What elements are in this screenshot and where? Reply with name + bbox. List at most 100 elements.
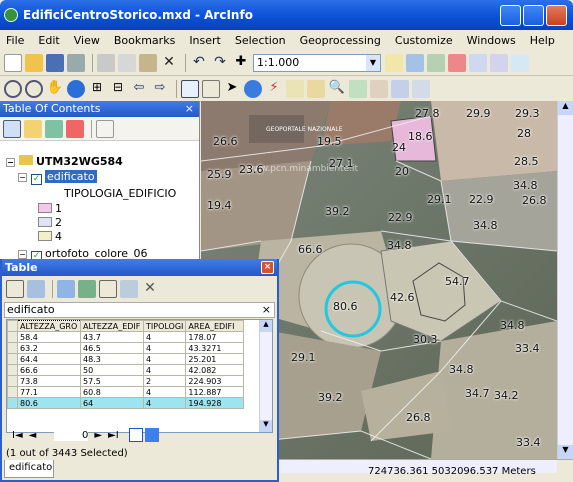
table-cell[interactable]: 64 (80, 397, 144, 409)
table-cell[interactable]: 63.2 (17, 342, 81, 354)
row-selector[interactable] (7, 375, 18, 387)
menu-item-geoprocessing[interactable]: Geoprocessing (300, 34, 381, 47)
redo-icon[interactable]: ↷ (211, 54, 229, 72)
first-record-button[interactable]: I◄ (12, 430, 23, 441)
show-selected-records-icon[interactable] (144, 428, 159, 442)
table-cell[interactable]: 25.201 (185, 353, 245, 365)
table-cell[interactable]: 4 (142, 364, 187, 376)
map-vertical-scrollbar[interactable]: ▲ ▼ (557, 101, 573, 459)
table-cell[interactable]: 4 (142, 397, 187, 409)
table-options-icon[interactable] (6, 280, 24, 298)
menu-item-view[interactable]: View (74, 34, 100, 47)
row-selector[interactable] (7, 386, 18, 398)
table-cell[interactable]: 43.7 (80, 331, 144, 343)
zoom-to-selected-icon[interactable] (120, 280, 138, 298)
menu-item-bookmarks[interactable]: Bookmarks (114, 34, 175, 47)
table-cell[interactable]: 73.8 (17, 375, 81, 387)
row-selector[interactable] (7, 353, 18, 365)
related-tables-icon[interactable] (27, 280, 45, 298)
menu-item-customize[interactable]: Customize (395, 34, 453, 47)
list-by-source-icon[interactable] (24, 119, 42, 138)
table-of-contents-icon[interactable] (406, 53, 424, 72)
table-cell[interactable]: 66.6 (17, 364, 81, 376)
toc-options-icon[interactable] (96, 119, 114, 138)
back-icon[interactable]: ⇦ (130, 80, 148, 98)
select-features-icon[interactable] (181, 79, 199, 98)
layer-edificato[interactable]: − ✓ edificato (18, 170, 97, 185)
maximize-button[interactable] (523, 5, 544, 26)
table-cell[interactable]: 224.903 (185, 375, 245, 387)
python-window-icon[interactable] (490, 53, 508, 72)
save-icon[interactable] (46, 53, 64, 72)
table-cell[interactable]: 57.5 (80, 375, 144, 387)
menu-item-file[interactable]: File (6, 34, 24, 47)
list-by-drawing-order-icon[interactable] (3, 119, 21, 138)
data-frame-item[interactable]: − UTM32WG584 (6, 155, 123, 168)
table-row[interactable]: 73.8 57.5 2 224.903 (7, 375, 245, 387)
identify-icon[interactable] (244, 79, 262, 98)
column-header[interactable]: ALTEZZA_GRO (17, 320, 81, 332)
table-cell[interactable]: 4 (142, 386, 187, 398)
catalog-window-icon[interactable] (427, 53, 445, 72)
measure-icon[interactable] (307, 79, 325, 98)
table-cell[interactable]: 64.4 (17, 353, 81, 365)
zoom-out-icon[interactable] (25, 79, 43, 98)
close-button[interactable] (546, 5, 567, 26)
undo-icon[interactable]: ↶ (190, 54, 208, 72)
attribute-grid[interactable]: ALTEZZA_GRO ALTEZZA_EDIF TIPOLOGI AREA_EDIF… (6, 319, 273, 433)
html-popup-icon[interactable] (286, 79, 304, 98)
table-cell[interactable]: 42.082 (185, 364, 245, 376)
pan-icon[interactable]: ✋ (46, 80, 64, 98)
select-elements-icon[interactable]: ➤ (223, 80, 241, 98)
scroll-up-icon[interactable]: ▲ (558, 101, 573, 115)
collapse-icon[interactable]: − (6, 158, 15, 167)
row-selector[interactable] (7, 342, 18, 354)
row-selector[interactable] (7, 397, 18, 409)
forward-icon[interactable]: ⇨ (151, 80, 169, 98)
time-slider-icon[interactable] (391, 79, 409, 98)
last-record-button[interactable]: ►I (108, 430, 119, 441)
find-icon[interactable]: 🔍 (328, 80, 346, 98)
table-row[interactable]: 66.6 50 4 42.082 (7, 364, 245, 376)
close-table-tab-icon[interactable]: × (262, 303, 271, 317)
table-cell[interactable]: 46.5 (80, 342, 144, 354)
model-builder-icon[interactable] (511, 53, 529, 72)
building-footprint[interactable] (441, 171, 557, 251)
column-header[interactable]: AREA_EDIFI (185, 320, 245, 332)
table-cell[interactable]: 112.887 (185, 386, 245, 398)
chevron-down-icon[interactable]: ▼ (366, 54, 380, 71)
open-folder-icon[interactable] (25, 53, 43, 72)
find-route-icon[interactable] (349, 79, 367, 98)
table-cell[interactable]: 43.3271 (185, 342, 245, 354)
minimize-button[interactable] (500, 5, 521, 26)
table-row[interactable]: 80.6 64 4 194.928 (7, 397, 245, 409)
table-cell[interactable]: 4 (142, 342, 187, 354)
column-header[interactable]: TIPOLOGI (142, 320, 187, 332)
copy-icon[interactable] (118, 53, 136, 72)
switch-selection-icon[interactable] (78, 280, 96, 298)
next-record-button[interactable]: ► (94, 430, 102, 441)
delete-icon[interactable]: ✕ (160, 54, 178, 72)
clear-table-selection-icon[interactable] (99, 280, 117, 298)
previous-record-button[interactable]: ◄ (29, 430, 37, 441)
print-icon[interactable] (67, 53, 85, 72)
menu-item-help[interactable]: Help (530, 34, 555, 47)
table-cell[interactable]: 60.8 (80, 386, 144, 398)
fixed-zoom-in-icon[interactable]: ⊞ (88, 80, 106, 98)
collapse-icon[interactable]: − (18, 250, 27, 259)
grid-vertical-scrollbar[interactable]: ▲ ▼ (259, 320, 272, 432)
row-selector[interactable] (7, 331, 18, 343)
delete-selected-icon[interactable]: ✕ (141, 280, 159, 298)
hyperlink-icon[interactable]: ⚡ (265, 80, 283, 98)
clear-selection-icon[interactable] (202, 79, 220, 98)
zoom-in-icon[interactable] (4, 79, 22, 98)
menu-item-windows[interactable]: Windows (467, 34, 516, 47)
search-window-icon[interactable] (448, 53, 466, 72)
table-row[interactable]: 64.4 48.3 4 25.201 (7, 353, 245, 365)
go-to-xy-icon[interactable] (370, 79, 388, 98)
scroll-down-icon[interactable]: ▼ (558, 445, 573, 459)
layer-visibility-checkbox[interactable]: ✓ (31, 174, 42, 185)
row-selector[interactable] (7, 364, 18, 376)
table-cell[interactable]: 77.1 (17, 386, 81, 398)
table-cell[interactable]: 4 (142, 331, 187, 343)
